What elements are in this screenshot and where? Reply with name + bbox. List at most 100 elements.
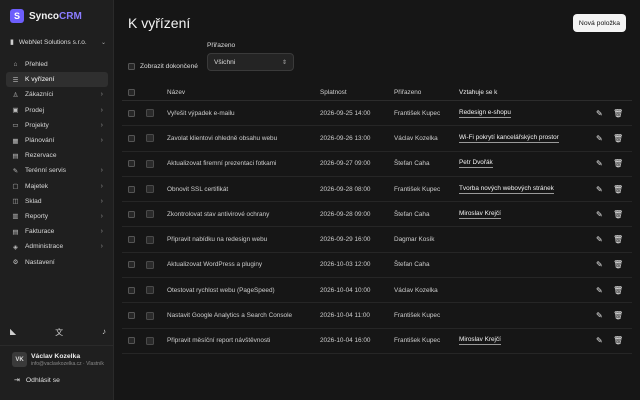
task-name[interactable]: Otestovat rychlost webu (PageSpeed) <box>167 287 275 294</box>
edit-icon[interactable]: ✎ <box>596 159 603 168</box>
assigned-filter-select[interactable]: Všichni ⇕ <box>207 53 294 71</box>
trash-icon[interactable]: 🗑 <box>613 235 623 244</box>
task-name[interactable]: Aktualizovat WordPress a pluginy <box>167 261 262 268</box>
row-select-checkbox[interactable] <box>128 185 135 193</box>
edit-icon[interactable]: ✎ <box>596 260 603 269</box>
edit-icon[interactable]: ✎ <box>596 336 603 345</box>
show-completed-toggle[interactable]: Zobrazit dokončené <box>128 63 198 70</box>
chevron-right-icon: › <box>100 228 103 236</box>
admin-icon: ◈ <box>13 243 18 251</box>
column-header-related[interactable]: Vztahuje se k <box>459 89 497 96</box>
row-select-checkbox[interactable] <box>128 210 135 218</box>
trash-icon[interactable]: 🗑 <box>613 286 623 295</box>
trash-icon[interactable]: 🗑 <box>613 311 623 320</box>
table-row[interactable]: Aktualizovat firemní prezentaci fotkami 2… <box>122 152 632 177</box>
task-due: 2026-10-04 10:00 <box>320 286 371 294</box>
sidebar-item-gear[interactable]: ⚙ Nastavení <box>6 254 108 269</box>
edit-icon[interactable]: ✎ <box>596 286 603 295</box>
task-name[interactable]: Nastavit Google Analytics a Search Conso… <box>167 312 292 319</box>
row-select-checkbox[interactable] <box>128 337 135 345</box>
brand-mark-icon[interactable]: ◣ <box>10 327 16 338</box>
task-name[interactable]: Zavolat klientovi ohledně obsahu webu <box>167 135 277 142</box>
table-row[interactable]: Aktualizovat WordPress a pluginy 2026-10-… <box>122 253 632 279</box>
table-row[interactable]: Zkontrolovat stav antivirové ochrany 2026… <box>122 202 632 228</box>
table-row[interactable]: Obnovit SSL certifikát 2026-09-28 08:00 Fr… <box>122 177 632 203</box>
trash-icon[interactable]: 🗑 <box>613 185 623 194</box>
task-name[interactable]: Obnovit SSL certifikát <box>167 186 228 193</box>
row-select-checkbox[interactable] <box>128 236 135 244</box>
task-complete-checkbox[interactable] <box>146 336 154 345</box>
edit-icon[interactable]: ✎ <box>596 235 603 244</box>
task-name[interactable]: Připravit nabídku na redesign webu <box>167 236 267 243</box>
row-select-checkbox[interactable] <box>128 312 135 320</box>
task-related-link[interactable]: Wi-Fi pokrytí kancelářských prostor <box>459 134 559 143</box>
sidebar-item-label: Reporty <box>25 212 49 220</box>
bell-icon[interactable]: ♪ <box>102 327 106 338</box>
new-item-button[interactable]: Nová položka <box>573 14 626 32</box>
row-select-checkbox[interactable] <box>128 261 135 269</box>
task-related-link[interactable]: Redesign e-shopu <box>459 109 511 118</box>
sidebar-item-booking[interactable]: ▤ Rezervace <box>6 148 108 163</box>
brand[interactable]: S SyncoCRM <box>10 8 82 24</box>
sidebar-item-admin[interactable]: ◈ Administrace › <box>6 239 108 254</box>
task-complete-checkbox[interactable] <box>146 109 154 118</box>
row-select-checkbox[interactable] <box>128 286 135 294</box>
task-complete-checkbox[interactable] <box>146 185 154 194</box>
edit-icon[interactable]: ✎ <box>596 185 603 194</box>
task-complete-checkbox[interactable] <box>146 311 154 320</box>
column-header-assigned[interactable]: Přiřazeno <box>394 89 421 96</box>
task-name[interactable]: Aktualizovat firemní prezentaci fotkami <box>167 160 276 167</box>
sidebar-item-briefcase[interactable]: ▢ Majetek › <box>6 179 108 194</box>
logout-button[interactable]: ⇥ Odhlásit se <box>14 376 60 385</box>
row-select-checkbox[interactable] <box>128 134 135 142</box>
task-complete-checkbox[interactable] <box>146 260 154 269</box>
trash-icon[interactable]: 🗑 <box>613 109 623 118</box>
trash-icon[interactable]: 🗑 <box>613 336 623 345</box>
task-name[interactable]: Připravit měsíční report návštěvnosti <box>167 337 270 344</box>
task-related-link[interactable]: Miroslav Krejčí <box>459 210 501 219</box>
task-complete-checkbox[interactable] <box>146 159 154 168</box>
task-complete-checkbox[interactable] <box>146 286 154 295</box>
trash-icon[interactable]: 🗑 <box>613 260 623 269</box>
task-related-link[interactable]: Petr Dvořák <box>459 159 493 169</box>
task-related-link[interactable]: Miroslav Krejčí <box>459 336 501 346</box>
task-related-link[interactable]: Tvorba nových webových stránek <box>459 185 554 194</box>
task-complete-checkbox[interactable] <box>146 134 154 143</box>
task-name[interactable]: Vyřešit výpadek e-mailu <box>167 110 235 117</box>
sidebar-item-chart[interactable]: ▥ Reporty › <box>6 209 108 224</box>
sidebar-item-checklist[interactable]: ☰ K vyřízení <box>6 72 108 88</box>
user-profile[interactable]: VK Václav Kozelka info@vaclavkozelka.cz … <box>12 352 110 370</box>
edit-icon[interactable]: ✎ <box>596 311 603 320</box>
row-select-checkbox[interactable] <box>128 160 135 168</box>
sidebar-item-invoice[interactable]: ▤ Fakturace › <box>6 224 108 239</box>
table-row[interactable]: Připravit měsíční report návštěvnosti 202… <box>122 329 632 354</box>
task-complete-checkbox[interactable] <box>146 235 154 244</box>
task-name[interactable]: Zkontrolovat stav antivirové ochrany <box>167 211 269 218</box>
trash-icon[interactable]: 🗑 <box>613 210 623 219</box>
task-complete-checkbox[interactable] <box>146 210 154 219</box>
edit-icon[interactable]: ✎ <box>596 210 603 219</box>
translate-icon[interactable]: 文 <box>55 327 63 338</box>
column-header-due[interactable]: Splatnost <box>320 89 347 96</box>
edit-icon[interactable]: ✎ <box>596 109 603 118</box>
table-row[interactable]: Nastavit Google Analytics a Search Conso… <box>122 303 632 329</box>
sidebar-item-box[interactable]: ◫ Sklad › <box>6 194 108 209</box>
edit-icon[interactable]: ✎ <box>596 134 603 143</box>
column-header-name[interactable]: Název <box>167 89 185 96</box>
table-row[interactable]: Otestovat rychlost webu (PageSpeed) 2026-… <box>122 278 632 304</box>
table-row[interactable]: Vyřešit výpadek e-mailu 2026-09-25 14:00 F… <box>122 101 632 127</box>
show-completed-checkbox[interactable] <box>128 63 135 70</box>
sidebar-item-users[interactable]: ♙ Zákazníci › <box>6 87 108 102</box>
sidebar-item-wrench[interactable]: ✎ Terénní servis › <box>6 163 108 178</box>
trash-icon[interactable]: 🗑 <box>613 134 623 143</box>
workspace-switcher[interactable]: ▮ WebNet Solutions s.r.o. ⌄ <box>10 36 106 48</box>
table-row[interactable]: Připravit nabídku na redesign webu 2026-0… <box>122 227 632 253</box>
sidebar-item-folder[interactable]: ▭ Projekty › <box>6 118 108 133</box>
select-all-checkbox[interactable] <box>128 88 135 96</box>
sidebar-item-home[interactable]: ⌂ Přehled <box>6 57 108 72</box>
sidebar-item-cart[interactable]: ▣ Prodej › <box>6 103 108 118</box>
sidebar-item-calendar[interactable]: ▦ Plánování › <box>6 133 108 148</box>
trash-icon[interactable]: 🗑 <box>613 159 623 168</box>
row-select-checkbox[interactable] <box>128 109 135 117</box>
table-row[interactable]: Zavolat klientovi ohledně obsahu webu 202… <box>122 126 632 152</box>
